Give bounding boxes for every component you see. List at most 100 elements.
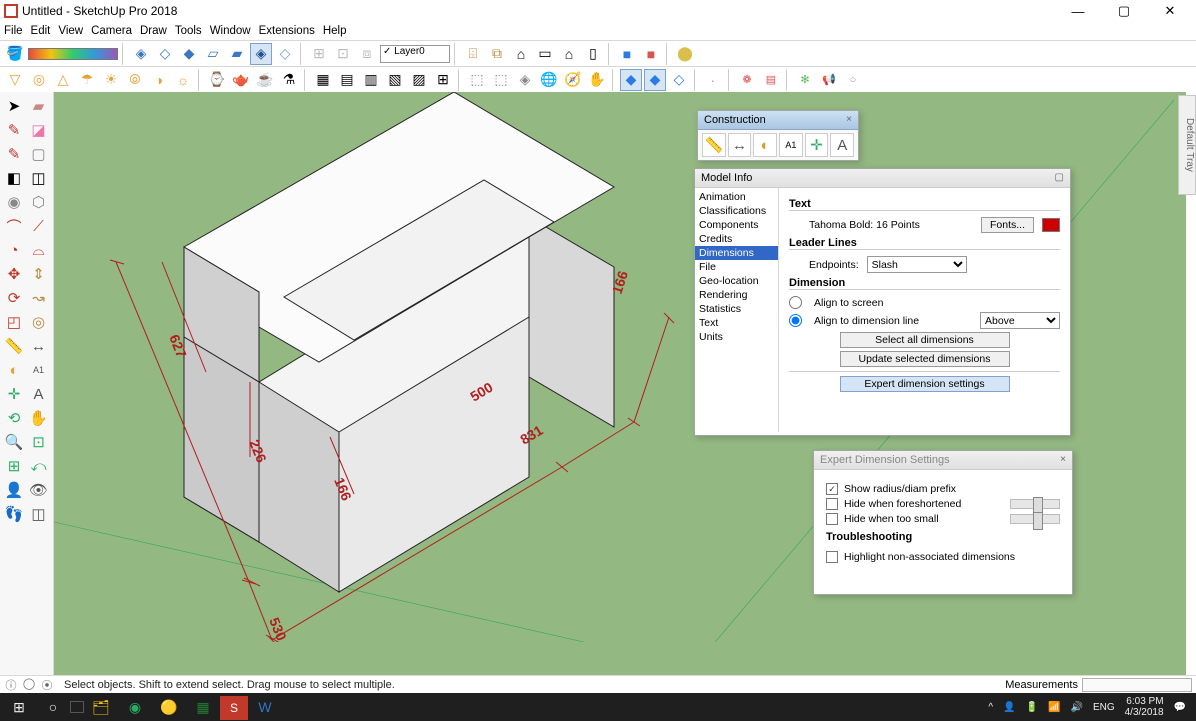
expert-settings-button[interactable]: Expert dimension settings bbox=[840, 376, 1010, 392]
small-slider[interactable] bbox=[1010, 514, 1060, 524]
tray-people-icon[interactable]: 👤 bbox=[1003, 702, 1015, 713]
mi-statistics[interactable]: Statistics bbox=[695, 302, 778, 316]
align-screen-radio[interactable] bbox=[789, 296, 802, 309]
expert-header[interactable]: Expert Dimension Settings × bbox=[814, 451, 1072, 470]
tray-sound-icon[interactable]: 🔊 bbox=[1070, 702, 1082, 713]
tool-a-icon[interactable]: ⊞ bbox=[308, 43, 330, 65]
rotated-rect-icon[interactable]: ◫ bbox=[27, 166, 51, 190]
freehand-tool-icon[interactable]: ✎ bbox=[2, 142, 26, 166]
status-geo-icon[interactable]: ⦿ bbox=[40, 677, 54, 693]
chrome-icon[interactable]: 🟡 bbox=[152, 693, 186, 721]
section-plane-icon[interactable]: ◫ bbox=[27, 502, 51, 526]
pointer-tool-icon[interactable]: ➤ bbox=[2, 94, 26, 118]
cube-2-icon[interactable]: ⬚ bbox=[490, 69, 512, 91]
iso-view-5-icon[interactable]: ▰ bbox=[226, 43, 248, 65]
component-icon[interactable]: ⌹ bbox=[462, 43, 484, 65]
dimension-tool-icon[interactable]: ↔ bbox=[27, 334, 51, 358]
menu-window[interactable]: Window bbox=[210, 25, 251, 37]
tool-c-icon[interactable]: ⧈ bbox=[356, 43, 378, 65]
dim-icon[interactable]: ↔ bbox=[728, 133, 752, 157]
move-tool-icon[interactable]: ✥ bbox=[2, 262, 26, 286]
fog-icon[interactable]: ☼ bbox=[172, 69, 194, 91]
align-position-select[interactable]: Above bbox=[980, 312, 1060, 329]
word-icon[interactable]: W bbox=[248, 693, 282, 721]
teapot-icon[interactable]: 🫖 bbox=[230, 69, 252, 91]
sun-icon[interactable]: ☀ bbox=[100, 69, 122, 91]
model-info-header[interactable]: Model Info ▢ bbox=[695, 169, 1070, 188]
scene-6-icon[interactable]: ⊞ bbox=[432, 69, 454, 91]
cube-1-icon[interactable]: ⬚ bbox=[466, 69, 488, 91]
measurements-input[interactable] bbox=[1082, 678, 1192, 692]
look-around-icon[interactable]: 👁 bbox=[27, 478, 51, 502]
watch-icon[interactable]: ⌚ bbox=[206, 69, 228, 91]
axes-tool-icon[interactable]: ✛ bbox=[2, 382, 26, 406]
highlight-checkbox[interactable] bbox=[826, 551, 838, 563]
pushpull-icon[interactable]: ⇕ bbox=[27, 262, 51, 286]
update-dims-button[interactable]: Update selected dimensions bbox=[840, 351, 1010, 367]
eraser2-icon[interactable]: ◪ bbox=[27, 118, 51, 142]
wall-icon[interactable]: ▯ bbox=[582, 43, 604, 65]
kettle-icon[interactable]: ⚗ bbox=[278, 69, 300, 91]
tray-wifi-icon[interactable]: 📶 bbox=[1048, 702, 1060, 713]
zoom-tool-icon[interactable]: 🔍 bbox=[2, 430, 26, 454]
3dtext-tool-icon[interactable]: A bbox=[27, 382, 51, 406]
polygon-tool-icon[interactable]: ⬡ bbox=[27, 190, 51, 214]
house-icon[interactable]: ⌂ bbox=[510, 43, 532, 65]
mi-file[interactable]: File bbox=[695, 260, 778, 274]
pie-tool-icon[interactable]: ◔ bbox=[2, 238, 26, 262]
excel-icon[interactable]: ▦ bbox=[186, 693, 220, 721]
tray-lang[interactable]: ENG bbox=[1093, 702, 1115, 713]
close-icon[interactable]: × bbox=[846, 114, 852, 126]
speaker-icon[interactable]: 📢 bbox=[818, 69, 840, 91]
system-clock[interactable]: 6:03 PM 4/3/2018 bbox=[1125, 696, 1164, 718]
paint-bucket-icon[interactable]: 🪣 bbox=[4, 43, 26, 65]
line-tool-icon[interactable]: ✎ bbox=[2, 118, 26, 142]
menu-extensions[interactable]: Extensions bbox=[259, 25, 315, 37]
circle-icon[interactable]: ◎ bbox=[28, 69, 50, 91]
maximize-button[interactable]: ▢ bbox=[1110, 2, 1138, 20]
mi-animation[interactable]: Animation bbox=[695, 190, 778, 204]
red-gear-icon[interactable]: ❁ bbox=[736, 69, 758, 91]
status-help-icon[interactable]: ⓘ bbox=[4, 677, 18, 693]
align-dim-radio[interactable] bbox=[789, 314, 802, 327]
close-button[interactable]: ✕ bbox=[1156, 2, 1184, 20]
material-swatch[interactable] bbox=[28, 48, 118, 60]
green-star-icon[interactable]: ✻ bbox=[794, 69, 816, 91]
shadow-icon[interactable]: ◑ bbox=[148, 69, 170, 91]
tape-measure-icon[interactable]: 📏 bbox=[2, 334, 26, 358]
red-box-icon[interactable]: ▤ bbox=[760, 69, 782, 91]
house2-icon[interactable]: ⌂ bbox=[558, 43, 580, 65]
globe-icon[interactable]: 🌐 bbox=[538, 69, 560, 91]
xray-icon[interactable]: ◇ bbox=[274, 43, 296, 65]
mi-rendering[interactable]: Rendering bbox=[695, 288, 778, 302]
expert-close-icon[interactable]: × bbox=[1060, 454, 1066, 466]
menu-edit[interactable]: Edit bbox=[31, 25, 51, 37]
style-3-icon[interactable]: ◇ bbox=[668, 69, 690, 91]
menu-file[interactable]: File bbox=[4, 25, 23, 37]
iso-view-3-icon[interactable]: ◆ bbox=[178, 43, 200, 65]
mi-units[interactable]: Units bbox=[695, 330, 778, 344]
mi-components[interactable]: Components bbox=[695, 218, 778, 232]
construction-header[interactable]: Construction × bbox=[698, 111, 858, 130]
mi-dimensions[interactable]: Dimensions bbox=[695, 246, 778, 260]
arc2-tool-icon[interactable]: ⟋ bbox=[27, 214, 51, 238]
expert-dimension-panel[interactable]: Expert Dimension Settings × ✓Show radius… bbox=[813, 450, 1073, 595]
construction-panel[interactable]: Construction × 📏 ↔ ◐ A1 ✛ A bbox=[697, 110, 859, 161]
rectangle2-icon[interactable]: ▢ bbox=[27, 142, 51, 166]
iso-view-4-icon[interactable]: ▱ bbox=[202, 43, 224, 65]
triangle-icon[interactable]: △ bbox=[52, 69, 74, 91]
menu-help[interactable]: Help bbox=[323, 25, 347, 37]
task-view-button[interactable] bbox=[70, 701, 84, 713]
select-all-dims-button[interactable]: Select all dimensions bbox=[840, 332, 1010, 348]
group-icon[interactable]: ⧉ bbox=[486, 43, 508, 65]
modelinfo-collapse-icon[interactable]: ▢ bbox=[1055, 172, 1064, 184]
text-a1-icon[interactable]: A1 bbox=[779, 133, 803, 157]
zoom-extents-icon[interactable]: ⊡ bbox=[27, 430, 51, 454]
minimize-button[interactable]: — bbox=[1064, 2, 1092, 20]
status-user-icon[interactable]: ◯ bbox=[22, 677, 36, 693]
rotate-tool-icon[interactable]: ⟳ bbox=[2, 286, 26, 310]
orbit-tool-icon[interactable]: ⟲ bbox=[2, 406, 26, 430]
arc-tool-icon[interactable]: ⌒ bbox=[2, 214, 26, 238]
info-icon[interactable]: ⬤ bbox=[674, 43, 696, 65]
fore-slider[interactable] bbox=[1010, 499, 1060, 509]
